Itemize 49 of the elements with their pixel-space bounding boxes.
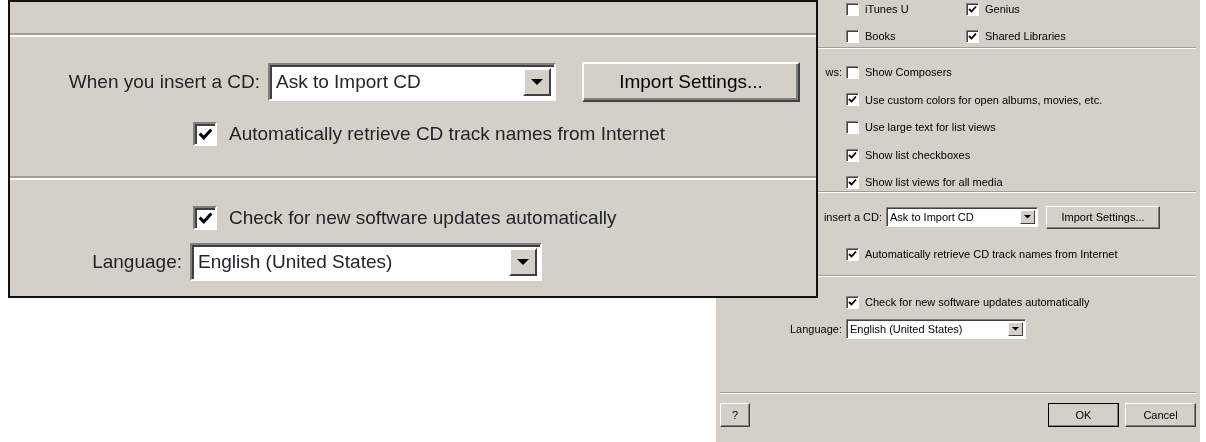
checkmark-icon bbox=[848, 150, 857, 160]
checkbox[interactable] bbox=[966, 30, 979, 43]
checkbox-label: Use large text for list views bbox=[865, 120, 996, 136]
checkbox-label: Books bbox=[865, 29, 896, 45]
checkmark-icon bbox=[968, 5, 977, 14]
checkbox[interactable] bbox=[846, 30, 859, 43]
import-settings-button[interactable]: Import Settings... bbox=[1046, 205, 1160, 229]
checkbox-label: iTunes U bbox=[865, 2, 909, 18]
dropdown[interactable]: Ask to Import CD bbox=[268, 63, 556, 101]
ok-button[interactable]: OK bbox=[1048, 403, 1119, 427]
dropdown[interactable]: English (United States) bbox=[846, 319, 1026, 339]
help-button[interactable]: ? bbox=[720, 403, 750, 427]
checkbox[interactable] bbox=[846, 295, 859, 309]
language-label: Language: bbox=[91, 249, 182, 274]
checkbox-label: Shared Libraries bbox=[985, 29, 1066, 45]
checkbox-label: Show Composers bbox=[865, 65, 952, 81]
checkbox-label: Show list checkboxes bbox=[865, 147, 971, 163]
import-settings-button[interactable]: Import Settings... bbox=[582, 62, 800, 102]
checkbox[interactable] bbox=[193, 206, 217, 230]
checkbox-label: Check for new software updates automatically bbox=[229, 205, 617, 230]
checkbox[interactable] bbox=[846, 121, 859, 134]
checkmark-icon bbox=[848, 249, 857, 259]
language-label: Language: bbox=[789, 321, 842, 337]
views-label: ws: bbox=[824, 65, 842, 80]
checkmark-icon bbox=[848, 178, 857, 188]
checkbox-label: Automatically retrieve CD track names from Internet bbox=[865, 246, 1118, 262]
checkbox-label: Check for new software updates automatically bbox=[865, 294, 1090, 310]
checkbox[interactable] bbox=[193, 122, 217, 146]
dropdown[interactable]: English (United States) bbox=[190, 243, 542, 281]
checkmark-icon bbox=[197, 210, 213, 226]
checkbox[interactable] bbox=[966, 3, 979, 16]
checkbox[interactable] bbox=[846, 3, 859, 16]
checkbox-label: Genius bbox=[985, 2, 1020, 18]
checkbox[interactable] bbox=[846, 65, 859, 79]
checkbox[interactable] bbox=[846, 247, 859, 261]
checkbox-label: Automatically retrieve CD track names from Internet bbox=[229, 121, 666, 146]
checkmark-icon bbox=[848, 95, 857, 105]
dropdown[interactable]: Ask to Import CD bbox=[886, 207, 1038, 227]
checkbox[interactable] bbox=[846, 176, 859, 190]
cancel-button[interactable]: Cancel bbox=[1125, 403, 1196, 427]
checkmark-icon bbox=[968, 32, 977, 41]
checkmark-icon bbox=[848, 297, 857, 307]
checkbox[interactable] bbox=[846, 93, 859, 107]
checkbox[interactable] bbox=[846, 148, 859, 162]
checkbox-label: Use custom colors for open albums, movies, etc. bbox=[865, 92, 1103, 108]
cd-insert-label: insert a CD: bbox=[822, 209, 882, 225]
checkmark-icon bbox=[197, 126, 213, 142]
checkbox-label: Show list views for all media bbox=[865, 175, 1003, 191]
cd-insert-label: When you insert a CD: bbox=[67, 69, 260, 94]
